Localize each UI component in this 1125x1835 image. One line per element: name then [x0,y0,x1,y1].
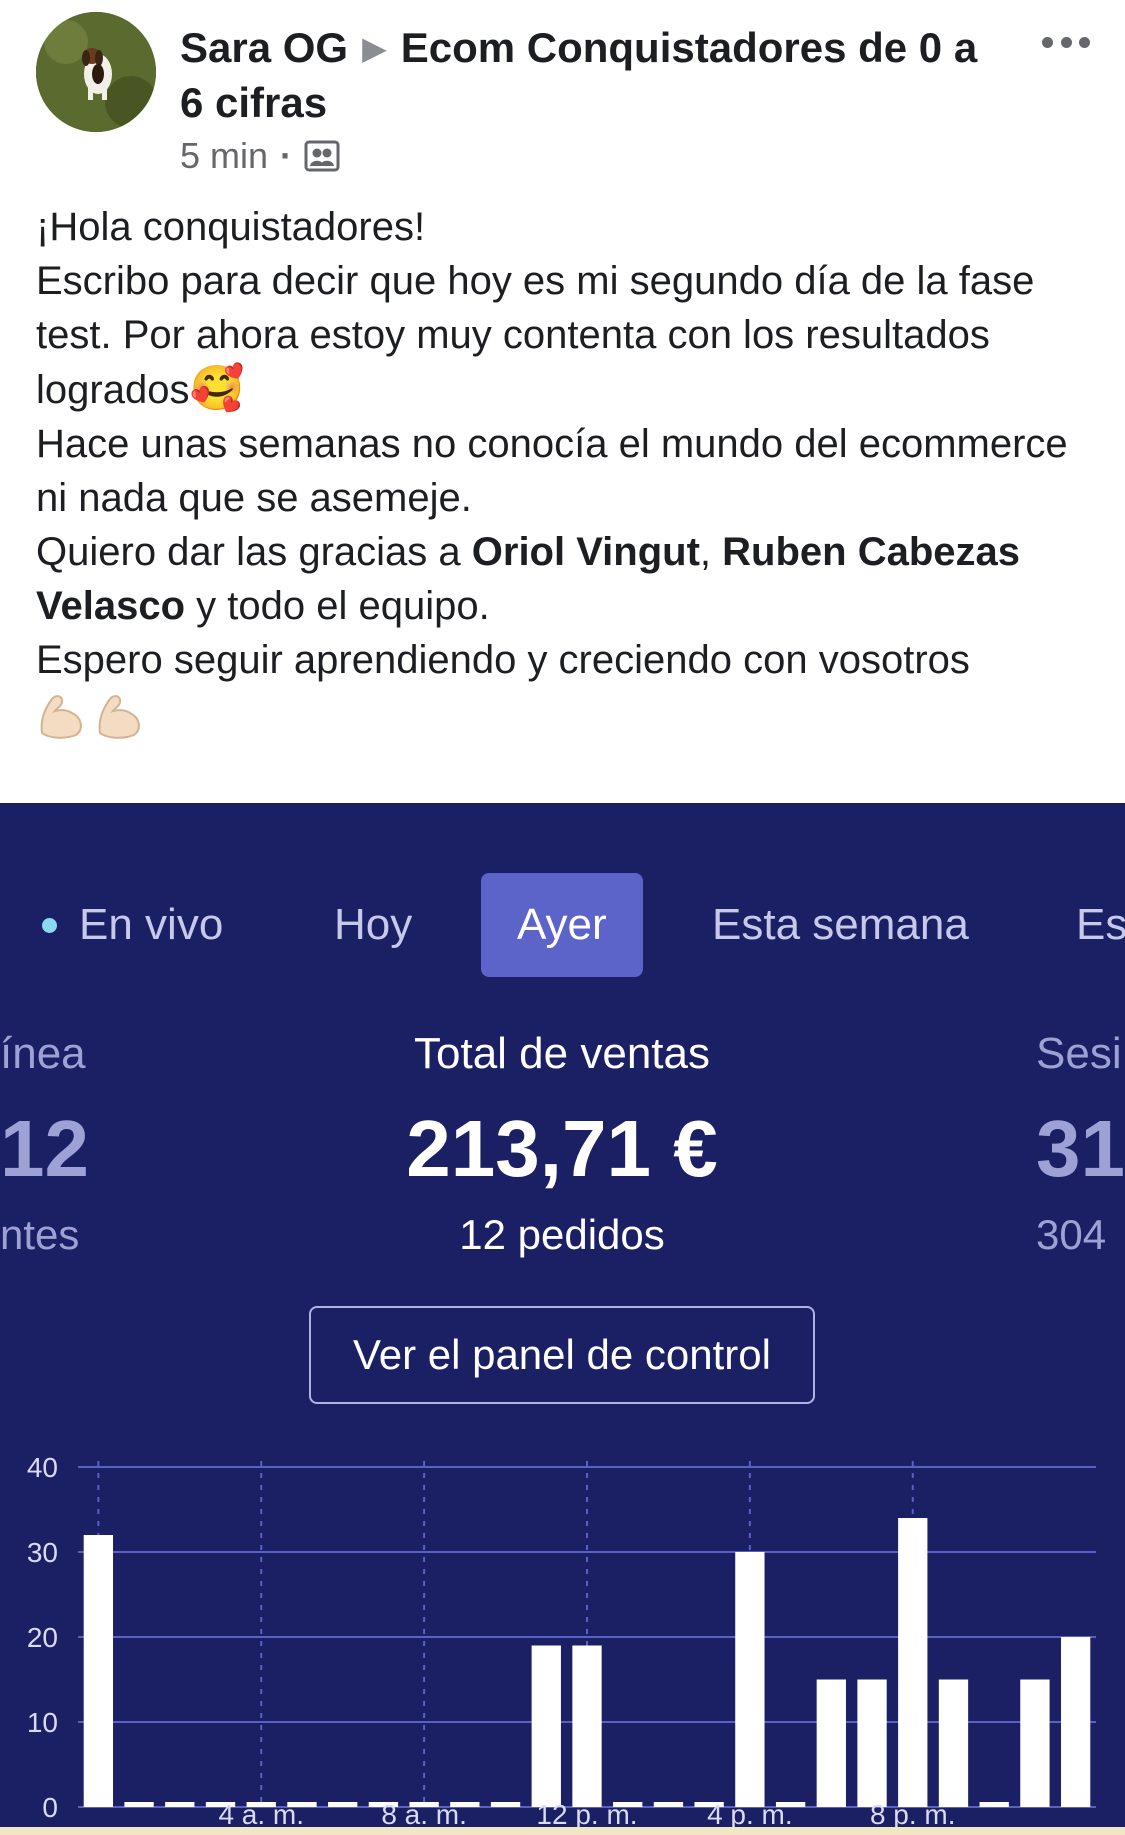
bar-chart: 0 10 20 30 40 4 a. m. 8 a. m. 12 p. m. 4 p. m. 8 … [27,1452,1096,1830]
chart-bar [979,1802,1009,1807]
post-paragraph: ¡Hola conquistadores! [36,205,426,249]
chart-bar [938,1679,969,1807]
dog-photo-icon [36,12,156,132]
post-paragraph: Espero seguir aprendiendo y creciendo co… [36,638,970,682]
tab-today[interactable]: Hoy [334,873,412,977]
right-stat-value: 31 [1036,1104,1125,1193]
left-stat-label: ínea [0,1029,86,1078]
chart-bar [165,1802,195,1807]
y-tick-label: 20 [27,1622,58,1653]
y-tick-label: 10 [27,1707,58,1738]
more-options-button[interactable] [1038,18,1094,66]
group-members-icon[interactable] [304,138,340,174]
flexed-biceps-emojis [36,689,1096,745]
right-stat-label: Sesi [1036,1029,1122,1078]
view-dashboard-button[interactable]: Ver el panel de control [309,1306,815,1404]
meta-separator: · [280,135,293,176]
total-sales-value-wrap: 213,71 € [312,1103,812,1195]
chart-bar [328,1802,358,1807]
tab-yesterday[interactable]: Ayer [481,873,643,977]
post-paragraph: Quiero dar las gracias a Oriol Vingut, R… [36,530,1021,628]
mention-link[interactable]: Oriol Vingut [472,530,700,574]
orders-count-wrap: 12 pedidos [312,1211,812,1259]
y-tick-label: 40 [27,1452,58,1483]
hourly-sales-chart: 0 10 20 30 40 4 a. m. 8 a. m. 12 p. m. 4 p. m. 8 … [0,1431,1125,1835]
chart-bar [857,1679,887,1807]
right-stat-value-wrap: 31 [1036,1103,1125,1195]
more-dot-icon [1042,36,1053,48]
post-paragraph: Hace unas semanas no conocía el mundo de… [36,422,1068,520]
post-meta: 5 min · [180,134,340,178]
right-stat-sub-wrap: 304 [1036,1211,1125,1259]
more-dot-icon [1079,36,1090,48]
shared-to-arrow-icon: ▶ [362,30,387,66]
tab-live[interactable]: En vivo [42,873,223,977]
smiling-hearts-emoji: 🥰 [189,363,245,414]
left-stat-sub-wrap: ntes [0,1211,79,1259]
tab-this-week[interactable]: Esta semana [712,873,969,977]
more-dot-icon [1060,36,1072,48]
flexed-biceps-icon [98,695,140,739]
x-tick-label: 8 a. m. [381,1799,467,1830]
post-title: Sara OG ▶ Ecom Conquistadores de 0 a 6 cif… [180,22,1000,129]
post-paragraph: Escribo para decir que hoy es mi segundo… [36,259,1035,414]
chart-bar [124,1802,154,1807]
chart-bar [816,1679,846,1807]
chart-bar [735,1552,765,1807]
x-tick-label: 12 p. m. [536,1799,637,1830]
chart-bar [898,1518,928,1807]
chart-bar [1060,1637,1091,1807]
chart-bar [490,1802,521,1807]
chart-bar [653,1802,684,1807]
post-header: Sara OG ▶ Ecom Conquistadores de 0 a 6 cif… [0,0,1125,190]
chart-bar [83,1535,114,1807]
total-sales-value: 213,71 € [406,1104,718,1193]
total-sales-label: Total de ventas [414,1029,710,1078]
left-stat-sub: ntes [0,1211,80,1258]
post-text: ¡Hola conquistadores! Escribo para decir… [36,200,1096,745]
post-timestamp[interactable]: 5 min [180,135,268,177]
left-stat-value: 12 [0,1104,89,1193]
sales-dashboard-image: En vivo Hoy Ayer Esta semana Es ínea 12 … [0,803,1125,1835]
right-stat-sub: 304 [1036,1211,1107,1258]
total-sales-card: Total de ventas [312,1029,812,1079]
author-avatar[interactable] [36,12,156,132]
tab-partial[interactable]: Es [1076,873,1125,977]
left-stat-value-wrap: 12 [0,1103,89,1195]
right-stat-card: Sesi [1036,1029,1125,1079]
x-tick-label: 8 p. m. [870,1799,956,1830]
time-range-tabs: En vivo Hoy Ayer Esta semana Es [0,873,1125,977]
x-tick-label: 4 p. m. [707,1799,793,1830]
y-tick-label: 30 [27,1537,58,1568]
x-tick-label: 4 a. m. [218,1799,304,1830]
left-stat-card: ínea [0,1029,86,1079]
bottom-strip [0,1827,1125,1835]
chart-bar [531,1645,561,1807]
live-indicator-icon [42,918,57,933]
orders-count: 12 pedidos [459,1211,665,1258]
y-tick-label: 0 [42,1792,58,1823]
flexed-biceps-icon [40,695,82,739]
chart-bar [1020,1679,1050,1807]
author-name[interactable]: Sara OG [180,24,348,71]
chart-bar [572,1645,602,1807]
